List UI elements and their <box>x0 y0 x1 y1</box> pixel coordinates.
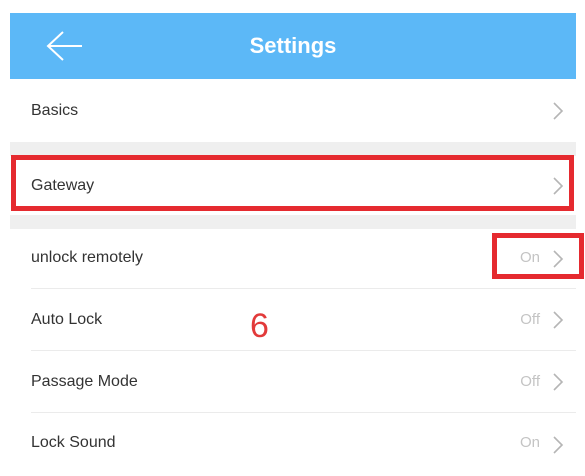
row-label: Passage Mode <box>31 373 138 390</box>
unlock-remotely-highlight-box <box>492 233 584 279</box>
settings-row-lock-sound[interactable]: Lock Sound On <box>10 413 576 476</box>
row-label: Basics <box>31 102 79 119</box>
row-label: Auto Lock <box>31 311 103 328</box>
row-label: unlock remotely <box>31 249 144 266</box>
app-header: Settings <box>10 13 576 79</box>
page-title: Settings <box>249 33 337 58</box>
section-gap <box>10 215 576 229</box>
chevron-right-icon <box>553 101 564 120</box>
settings-row-passage-mode[interactable]: Passage Mode Off <box>10 351 576 413</box>
gateway-highlight-box <box>11 155 574 211</box>
row-value: Off <box>520 373 540 390</box>
section-gap <box>10 142 576 156</box>
settings-row-basics[interactable]: Basics <box>10 79 576 142</box>
settings-row-auto-lock[interactable]: Auto Lock Off <box>10 289 576 351</box>
row-label: Lock Sound <box>31 434 116 451</box>
step-number-annotation: 6 <box>250 307 269 345</box>
chevron-right-icon <box>553 311 564 329</box>
chevron-right-icon <box>553 373 564 391</box>
row-value: Off <box>520 311 540 328</box>
chevron-right-icon <box>553 435 564 454</box>
row-value: On <box>519 434 540 451</box>
